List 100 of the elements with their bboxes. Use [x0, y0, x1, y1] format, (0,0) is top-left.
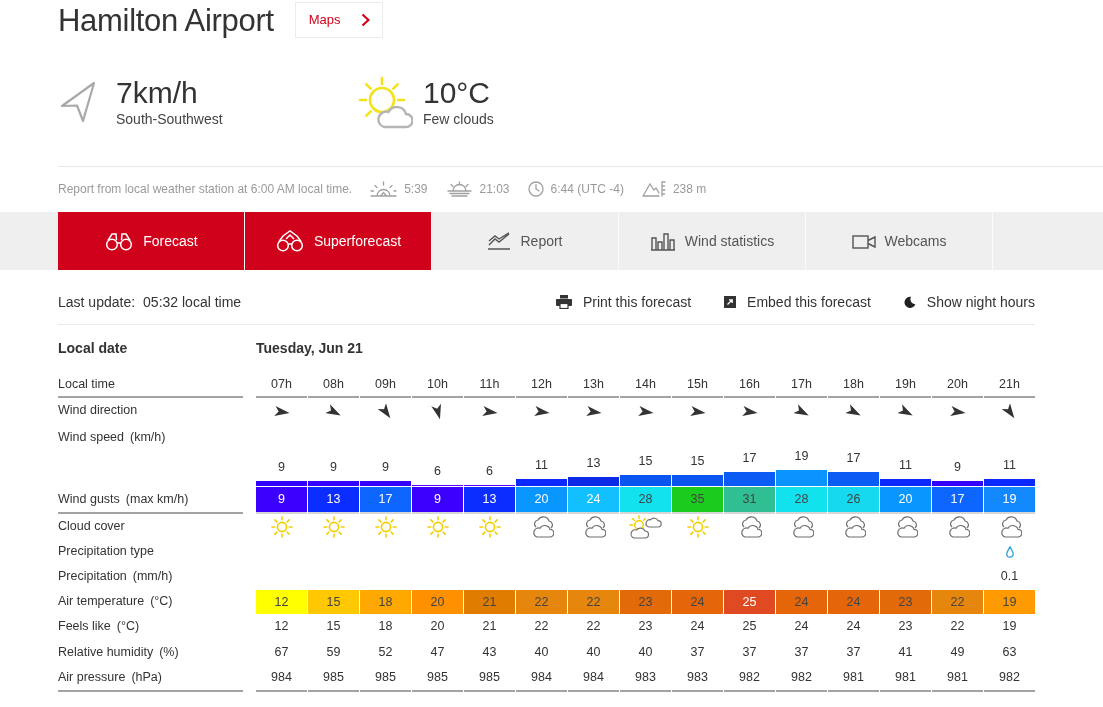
row-unit: (hPa): [131, 669, 162, 687]
humidity-value: 59: [326, 643, 341, 661]
feels-like-value: 12: [274, 618, 289, 636]
air-temperature-cell: 22: [516, 590, 567, 614]
printer-icon: [555, 295, 572, 309]
row-label: Wind direction: [58, 402, 138, 420]
nav-tab[interactable]: Superforecast: [245, 212, 432, 270]
air-temperature-cell: 21: [464, 590, 515, 614]
pointer-arrow-icon: [60, 81, 96, 123]
humidity-value: 49: [950, 643, 965, 661]
hour-label: 15h: [687, 375, 708, 393]
last-update-time: 05:32 local time: [143, 292, 242, 312]
last-update-label: Last update:: [58, 292, 136, 312]
pressure-value: 981: [895, 669, 916, 687]
row-unit: (°C): [150, 593, 173, 611]
toolbar-link[interactable]: Show night hours: [903, 291, 1035, 313]
pressure-value: 982: [791, 669, 812, 687]
humidity-value: 37: [846, 643, 861, 661]
wind-speed-value: 17: [742, 451, 757, 467]
wind-gust-cell: 17: [360, 487, 411, 512]
nav-tab[interactable]: Webcams: [806, 212, 993, 270]
humidity-value: 63: [1002, 643, 1017, 661]
temperature-reading: 10°C: [423, 78, 492, 108]
row-unit: (mm/h): [132, 568, 173, 586]
hour-label: 16h: [739, 375, 760, 393]
wind-speed-value: 6: [434, 463, 441, 479]
wind-gust-cell: 35: [672, 487, 723, 512]
wind-gust-cell: 13: [308, 487, 359, 512]
pressure-value: 984: [271, 669, 292, 687]
crescent-moon-icon: [903, 296, 916, 308]
row-label: Relative humidity: [58, 643, 154, 661]
wind-speed-value: 13: [586, 455, 601, 471]
row-label: Feels like: [58, 618, 111, 636]
hour-label: 12h: [531, 375, 552, 393]
humidity-value: 40: [534, 643, 549, 661]
pressure-value: 983: [635, 669, 656, 687]
pressure-value: 985: [479, 669, 500, 687]
wind-speed-value: 11: [1003, 458, 1016, 474]
sun-and-clouds-icon: [628, 514, 663, 539]
wind-gust-cell: 9: [412, 487, 463, 512]
air-temperature-cell: 20: [412, 590, 463, 614]
row-label: Wind speed: [58, 429, 124, 446]
sunset-icon: [445, 181, 473, 197]
sun-icon: [426, 515, 449, 538]
nav-tab[interactable]: Report: [432, 212, 619, 270]
wind-speed-value: 11: [899, 458, 912, 474]
feels-like-value: 23: [898, 618, 913, 636]
hour-label: 20h: [947, 375, 968, 393]
wind-gust-cell: 17: [932, 487, 983, 512]
sky-condition-text: Few clouds: [423, 111, 494, 128]
air-temperature-cell: 24: [672, 590, 723, 614]
nav-tab[interactable]: Wind statistics: [619, 212, 806, 270]
feels-like-value: 22: [950, 618, 965, 636]
toolbar-link[interactable]: Embed this forecast: [724, 291, 871, 313]
pressure-value: 981: [843, 669, 864, 687]
pressure-value: 983: [687, 669, 708, 687]
maps-button[interactable]: Maps: [294, 2, 383, 38]
row-label: Precipitation type: [58, 543, 154, 561]
sun-icon: [478, 515, 501, 538]
date-heading: Tuesday, Jun 21: [256, 338, 363, 358]
humidity-value: 37: [794, 643, 809, 661]
sun-icon: [374, 515, 397, 538]
sunrise-time: 5:39: [404, 181, 428, 198]
air-temperature-cell: 24: [828, 590, 879, 614]
humidity-value: 40: [638, 643, 653, 661]
wind-gust-cell: 20: [516, 487, 567, 512]
wind-speed-value: 9: [330, 460, 337, 476]
air-temperature-cell: 23: [880, 590, 931, 614]
feels-like-value: 20: [430, 618, 445, 636]
row-unit: (%): [159, 643, 179, 661]
pressure-value: 985: [323, 669, 344, 687]
wind-gust-cell: 19: [984, 487, 1035, 512]
hour-label: 18h: [843, 375, 864, 393]
local-time-text: 6:44 (UTC -4): [550, 181, 624, 198]
hour-label: 14h: [635, 375, 656, 393]
binoculars-icon: [104, 231, 135, 251]
row-label: Precipitation: [58, 568, 127, 586]
wind-speed-value: 17: [846, 451, 861, 467]
pressure-value: 984: [531, 669, 552, 687]
feels-like-value: 21: [482, 618, 497, 636]
wind-speed-reading: 7km/h: [116, 78, 199, 108]
feels-like-value: 18: [378, 618, 393, 636]
wind-speed-value: 6: [486, 463, 493, 479]
feels-like-value: 25: [742, 618, 757, 636]
wind-gust-cell: 9: [256, 487, 307, 512]
feels-like-value: 24: [690, 618, 705, 636]
row-unit: (max km/h): [125, 491, 189, 509]
toolbar-link[interactable]: Print this forecast: [555, 291, 692, 313]
air-temperature-cell: 15: [308, 590, 359, 614]
feels-like-value: 22: [534, 618, 549, 636]
video-camera-icon: [851, 233, 876, 249]
hour-label: 17h: [791, 375, 812, 393]
hour-label: 13h: [583, 375, 604, 393]
precipitation-value: 0.1: [1000, 568, 1019, 586]
nav-tab[interactable]: Forecast: [58, 212, 245, 270]
humidity-value: 41: [898, 643, 913, 661]
hour-label: 07h: [271, 375, 292, 393]
feels-like-value: 24: [846, 618, 861, 636]
sunset-time: 21:03: [479, 181, 510, 198]
air-temperature-cell: 24: [776, 590, 827, 614]
